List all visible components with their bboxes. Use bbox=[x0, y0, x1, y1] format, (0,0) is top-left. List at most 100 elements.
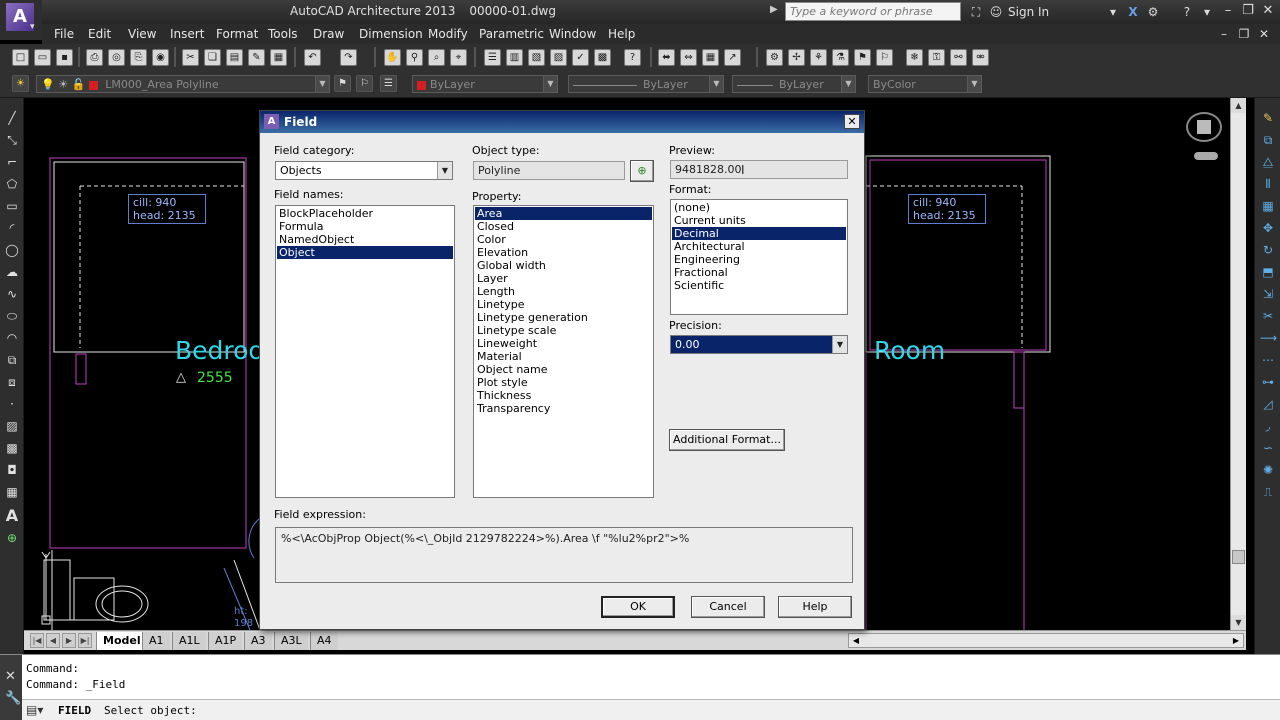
exchange-icon[interactable]: X bbox=[1125, 4, 1141, 20]
ellipse-icon[interactable]: ⬭ bbox=[4, 308, 20, 324]
chevron-down-icon[interactable]: ▼ bbox=[841, 76, 855, 92]
table-icon[interactable]: ▦ bbox=[4, 484, 20, 500]
ok-button[interactable]: OK bbox=[601, 596, 675, 618]
list-item[interactable]: Linetype bbox=[475, 298, 652, 311]
copy-object-icon[interactable]: ⧉ bbox=[1260, 132, 1276, 148]
list-item[interactable]: Transparency bbox=[475, 402, 652, 415]
make-block-icon[interactable]: ⧈ bbox=[4, 374, 20, 390]
quickcalc-icon[interactable]: ▩ bbox=[594, 49, 611, 66]
list-item[interactable]: Material bbox=[475, 350, 652, 363]
list-item[interactable]: Engineering bbox=[672, 253, 846, 266]
list-item-selected[interactable]: Area bbox=[475, 207, 652, 220]
tab-model[interactable]: Model bbox=[96, 632, 147, 650]
trim-icon[interactable]: ✂ bbox=[1260, 308, 1276, 324]
layer-lock-icon[interactable]: ⚿ bbox=[928, 49, 945, 66]
new-icon[interactable]: □ bbox=[12, 49, 29, 66]
list-item[interactable]: Object name bbox=[475, 363, 652, 376]
list-item[interactable]: Formula bbox=[277, 220, 453, 233]
layer-change-icon[interactable]: ⚮ bbox=[972, 49, 989, 66]
point-icon[interactable]: · bbox=[4, 396, 20, 412]
search-expand-icon[interactable]: ▶ bbox=[770, 4, 778, 15]
chevron-down-icon[interactable]: ▼ bbox=[315, 76, 329, 92]
spline-icon[interactable]: ∿ bbox=[4, 286, 20, 302]
fillet-icon[interactable]: ◞ bbox=[1260, 418, 1276, 434]
tab-a4[interactable]: A4 bbox=[310, 632, 338, 650]
dimstyle-icon[interactable]: ⇔ bbox=[680, 49, 697, 66]
layer-off-icon[interactable]: ⚐ bbox=[876, 49, 893, 66]
tab-a3l[interactable]: A3L bbox=[274, 632, 308, 650]
list-item-selected[interactable]: Decimal bbox=[672, 227, 846, 240]
undo-icon[interactable]: ↶ bbox=[304, 49, 321, 66]
scroll-down-icon[interactable]: ▼ bbox=[1231, 615, 1246, 630]
command-line-handle[interactable]: ✕ 🔧 bbox=[0, 655, 22, 720]
help-dropdown-icon[interactable]: ▾ bbox=[1199, 4, 1215, 20]
insert-block-icon[interactable]: ⧉ bbox=[4, 352, 20, 368]
list-item[interactable]: Current units bbox=[672, 214, 846, 227]
menu-edit[interactable]: Edit bbox=[88, 27, 111, 41]
menu-modify[interactable]: Modify bbox=[428, 27, 468, 41]
layer-states-icon[interactable]: ☰ bbox=[380, 75, 397, 92]
zoom-previous-icon[interactable]: ⌖ bbox=[450, 49, 467, 66]
edit-polyline-icon[interactable]: ⎍ bbox=[1260, 484, 1276, 500]
list-item[interactable]: Length bbox=[475, 285, 652, 298]
list-item[interactable]: Closed bbox=[475, 220, 652, 233]
rectangle-icon[interactable]: ▭ bbox=[4, 198, 20, 214]
list-item[interactable]: Fractional bbox=[672, 266, 846, 279]
format-list[interactable]: (none) Current units Decimal Architectur… bbox=[670, 199, 848, 315]
list-item[interactable]: Scientific bbox=[672, 279, 846, 292]
chevron-down-icon[interactable]: ▼ bbox=[967, 76, 981, 92]
scroll-right-icon[interactable]: ▶ bbox=[1229, 634, 1243, 647]
menu-parametric[interactable]: Parametric bbox=[479, 27, 544, 41]
layer-freeze-icon[interactable]: ❄ bbox=[906, 49, 923, 66]
user-icon[interactable]: ☺ bbox=[988, 4, 1004, 20]
doc-close-icon[interactable]: ✕ bbox=[1254, 27, 1274, 41]
tab-a1l[interactable]: A1L bbox=[172, 632, 206, 650]
add-selected-icon[interactable]: ⊕ bbox=[4, 530, 20, 546]
explode-icon[interactable]: ✺ bbox=[1260, 462, 1276, 478]
list-item-selected[interactable]: Object bbox=[277, 246, 453, 259]
layer-state-icon[interactable]: ⚑ bbox=[854, 49, 871, 66]
dialog-title-bar[interactable]: A Field ✕ bbox=[260, 111, 864, 133]
close-icon[interactable]: ✕ bbox=[1258, 3, 1278, 18]
additional-format-button[interactable]: Additional Format... bbox=[669, 429, 785, 451]
blend-icon[interactable]: ∽ bbox=[1260, 440, 1276, 456]
open-icon[interactable]: ▭ bbox=[34, 49, 51, 66]
snap-icon[interactable]: ✢ bbox=[788, 49, 805, 66]
prev-tab-icon[interactable]: ◀ bbox=[46, 633, 60, 648]
menu-tools[interactable]: Tools bbox=[268, 27, 298, 41]
mleaderstyle-icon[interactable]: ↗ bbox=[724, 49, 741, 66]
block-editor-icon[interactable]: ▦ bbox=[270, 49, 287, 66]
help-icon[interactable]: ? bbox=[624, 49, 641, 66]
layer-properties-icon[interactable]: ☀ bbox=[12, 75, 29, 92]
markup-icon[interactable]: ✓ bbox=[572, 49, 589, 66]
search-input[interactable]: Type a keyword or phrase bbox=[785, 2, 961, 21]
menu-view[interactable]: View bbox=[128, 27, 156, 41]
menu-help[interactable]: Help bbox=[608, 27, 635, 41]
command-input[interactable]: ▤▾ FIELD Select object: bbox=[22, 699, 1280, 720]
list-item[interactable]: Linetype generation bbox=[475, 311, 652, 324]
tab-a3[interactable]: A3 bbox=[244, 632, 272, 650]
scale-icon[interactable]: ⬒ bbox=[1260, 264, 1276, 280]
viewcube-icon[interactable] bbox=[1186, 112, 1222, 142]
design-center-icon[interactable]: ▥ bbox=[506, 49, 523, 66]
doc-minimize-icon[interactable]: – bbox=[1214, 27, 1234, 41]
scroll-up-icon[interactable]: ▲ bbox=[1231, 98, 1246, 113]
linetype-combo[interactable]: ByLayer ▼ bbox=[568, 75, 724, 93]
make-current-icon[interactable]: ⚑ bbox=[334, 75, 351, 92]
list-item[interactable]: Linetype scale bbox=[475, 324, 652, 337]
list-item[interactable]: Thickness bbox=[475, 389, 652, 402]
properties-icon[interactable]: ☰ bbox=[484, 49, 501, 66]
sheet-set-icon[interactable]: ▨ bbox=[550, 49, 567, 66]
list-item[interactable]: Global width bbox=[475, 259, 652, 272]
move-icon[interactable]: ✥ bbox=[1260, 220, 1276, 236]
redo-icon[interactable]: ↷ bbox=[340, 49, 357, 66]
lineweight-combo[interactable]: ByLayer ▼ bbox=[732, 75, 856, 93]
last-tab-icon[interactable]: ▶| bbox=[78, 633, 92, 648]
chevron-down-icon[interactable]: ▼ bbox=[543, 76, 557, 92]
layer-match-icon[interactable]: ⚯ bbox=[950, 49, 967, 66]
cut-icon[interactable]: ✂ bbox=[182, 49, 199, 66]
list-item[interactable]: BlockPlaceholder bbox=[277, 207, 453, 220]
list-item[interactable]: (none) bbox=[672, 201, 846, 214]
layer-walk-icon[interactable]: ⚘ bbox=[810, 49, 827, 66]
hatch-icon[interactable]: ▨ bbox=[4, 418, 20, 434]
